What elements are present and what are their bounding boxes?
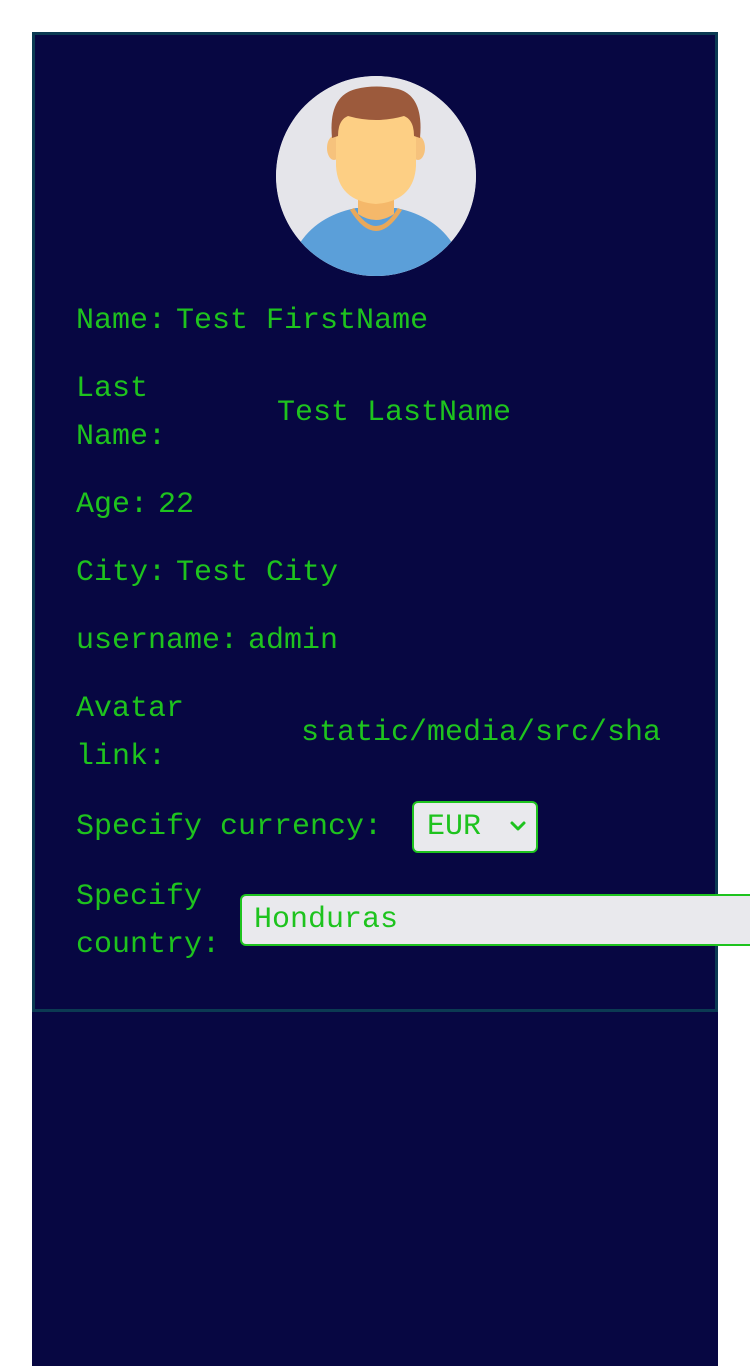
chevron-down-icon bbox=[510, 821, 526, 831]
username-value: admin bbox=[248, 624, 339, 658]
currency-select-value: EUR bbox=[427, 810, 482, 844]
city-value: Test City bbox=[176, 556, 339, 590]
country-label-line2: country: bbox=[76, 928, 221, 962]
currency-select[interactable]: EUR bbox=[412, 801, 538, 853]
name-value: Test FirstName bbox=[176, 304, 429, 338]
age-value: 22 bbox=[158, 488, 195, 522]
city-label: City: bbox=[76, 556, 167, 590]
currency-label: Specify currency: bbox=[76, 810, 383, 844]
country-label: Specify country: bbox=[76, 873, 220, 969]
country-label-line1: Specify bbox=[76, 880, 203, 914]
profile-card: Name: Test FirstName Last Name: Test Las… bbox=[32, 32, 718, 1012]
country-input-value: Honduras bbox=[254, 903, 399, 937]
username-row: username: admin bbox=[76, 617, 338, 665]
user-avatar-icon bbox=[276, 76, 476, 276]
last-name-label: Last Name: bbox=[76, 365, 166, 461]
last-name-value: Test LastName bbox=[277, 396, 512, 430]
username-label: username: bbox=[76, 624, 239, 658]
avatar-link-label-line1: Avatar bbox=[76, 692, 185, 726]
name-label: Name: bbox=[76, 304, 167, 338]
city-row: City: Test City bbox=[76, 549, 338, 597]
avatar-link-label-line2: link: bbox=[76, 740, 167, 774]
age-label: Age: bbox=[76, 488, 149, 522]
avatar-link-label: Avatar link: bbox=[76, 685, 184, 781]
avatar-link-value: static/media/src/sha bbox=[301, 716, 662, 750]
last-name-label-line2: Name: bbox=[76, 420, 167, 454]
country-input[interactable]: Honduras bbox=[240, 894, 750, 946]
age-row: Age: 22 bbox=[76, 481, 194, 529]
name-row: Name: Test FirstName bbox=[76, 297, 428, 345]
last-name-label-line1: Last bbox=[76, 372, 149, 406]
